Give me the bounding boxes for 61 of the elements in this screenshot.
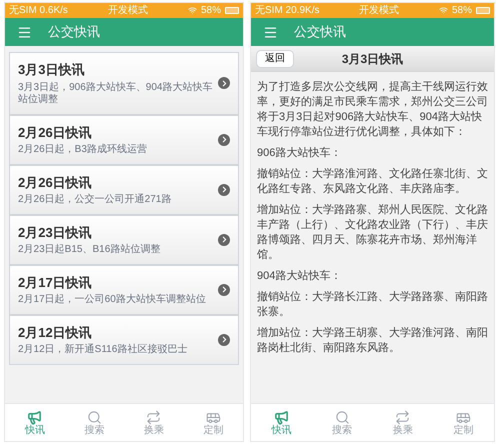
route-icon <box>146 410 162 424</box>
chevron-icon <box>218 134 230 146</box>
article-paragraph: 为了打造多层次公交线网，提高主干线网运行效率，更好的满足市民乘车需求，郑州公交三公司将于3月3日起对906路大站快车、904路大站快车现行停靠站位进行优化调整，具体如下： <box>257 80 488 140</box>
news-title: 2月12日快讯 <box>18 324 93 342</box>
battery-icon <box>476 7 490 14</box>
wifi-icon <box>438 6 448 15</box>
tab-item[interactable]: 搜索 <box>64 404 124 441</box>
battery-icon <box>224 7 239 14</box>
mode-label: 开发模式 <box>108 6 148 16</box>
news-summary: 2月23日起B15、B16路站位调整 <box>18 244 160 256</box>
header-title: 公交快讯 <box>48 23 100 42</box>
menu-icon[interactable] <box>263 24 278 40</box>
news-item[interactable]: 2月12日快讯 2月12日，新开通S116路社区接驳巴士 <box>9 314 239 364</box>
tab-item[interactable]: 定制 <box>184 404 243 441</box>
chevron-icon <box>218 284 230 296</box>
battery-level: 58% <box>200 6 221 16</box>
header-title: 公交快讯 <box>294 23 346 42</box>
back-button[interactable]: 返回 <box>256 50 294 68</box>
tab-item[interactable]: 换乘 <box>372 404 434 441</box>
news-title: 2月26日快讯 <box>18 174 93 192</box>
news-title: 2月26日快讯 <box>18 124 93 142</box>
news-title: 2月17日快讯 <box>18 274 93 292</box>
megaphone-icon <box>274 410 289 424</box>
tab-item[interactable]: 换乘 <box>124 404 184 441</box>
news-item[interactable]: 2月26日快讯 2月26日起，B3路成环线运营 <box>9 114 239 164</box>
chevron-icon <box>218 334 230 346</box>
wifi-icon <box>188 6 197 15</box>
news-item[interactable]: 3月3日快讯 3月3日起，906路大站快车、904路大站快车站位调整 <box>9 52 239 114</box>
news-item[interactable]: 2月17日快讯 2月17日起，一公司60路大站快车调整站位 <box>9 264 239 314</box>
search-icon <box>334 410 350 424</box>
article-title: 3月3日快讯 <box>342 50 404 68</box>
mode-label: 开发模式 <box>359 6 400 16</box>
article-paragraph: 增加站位：大学路路寨、郑州人民医院、文化路丰产路（上行）、文化路农业路（下行）、丰庆路博颂路、四月天、陈寨花卉市场、郑州海洋馆。 <box>257 203 488 263</box>
news-summary: 2月12日，新开通S116路社区接驳巴士 <box>18 344 188 356</box>
menu-icon[interactable] <box>17 24 32 40</box>
article-paragraph: 904路大站快车： <box>257 269 342 284</box>
news-item[interactable]: 2月26日快讯 2月26日起，公交一公司开通271路 <box>9 164 239 214</box>
news-summary: 3月3日起，906路大站快车、904路大站快车站位调整 <box>18 82 214 106</box>
battery-level: 58% <box>452 6 472 16</box>
news-title: 3月3日快讯 <box>18 61 86 79</box>
chevron-icon <box>218 77 230 90</box>
network-speed: 无SIM 20.9K/s <box>255 6 320 16</box>
article-paragraph: 906路大站快车： <box>257 146 342 161</box>
tab-item[interactable]: 搜索 <box>312 404 372 441</box>
news-summary: 2月26日起，公交一公司开通271路 <box>18 194 172 206</box>
search-icon <box>86 410 102 424</box>
megaphone-icon <box>27 410 42 424</box>
tab-item[interactable]: 定制 <box>433 404 494 441</box>
news-item[interactable]: 2月23日快讯 2月23日起B15、B16路站位调整 <box>9 214 239 264</box>
article-paragraph: 撤销站位：大学路长江路、大学路路寨、南阳路张寨。 <box>257 290 488 320</box>
tab-item[interactable]: 快讯 <box>251 404 312 441</box>
route-icon <box>395 410 410 424</box>
news-title: 2月23日快讯 <box>18 224 93 242</box>
network-speed: 无SIM 0.6K/s <box>9 6 68 16</box>
tab-item[interactable]: 快讯 <box>5 404 64 441</box>
news-summary: 2月26日起，B3路成环线运营 <box>18 144 147 156</box>
news-summary: 2月17日起，一公司60路大站快车调整站位 <box>18 294 206 306</box>
chevron-icon <box>218 184 230 196</box>
chevron-icon <box>218 234 230 246</box>
article-paragraph: 增加站位：大学路王胡寨、大学路淮河路、南阳路岗杜北街、南阳路东风路。 <box>257 326 488 356</box>
article-paragraph: 撤销站位：大学路淮河路、文化路任寨北街、文化路红专路、东风路文化路、丰庆路庙李。 <box>257 167 488 197</box>
